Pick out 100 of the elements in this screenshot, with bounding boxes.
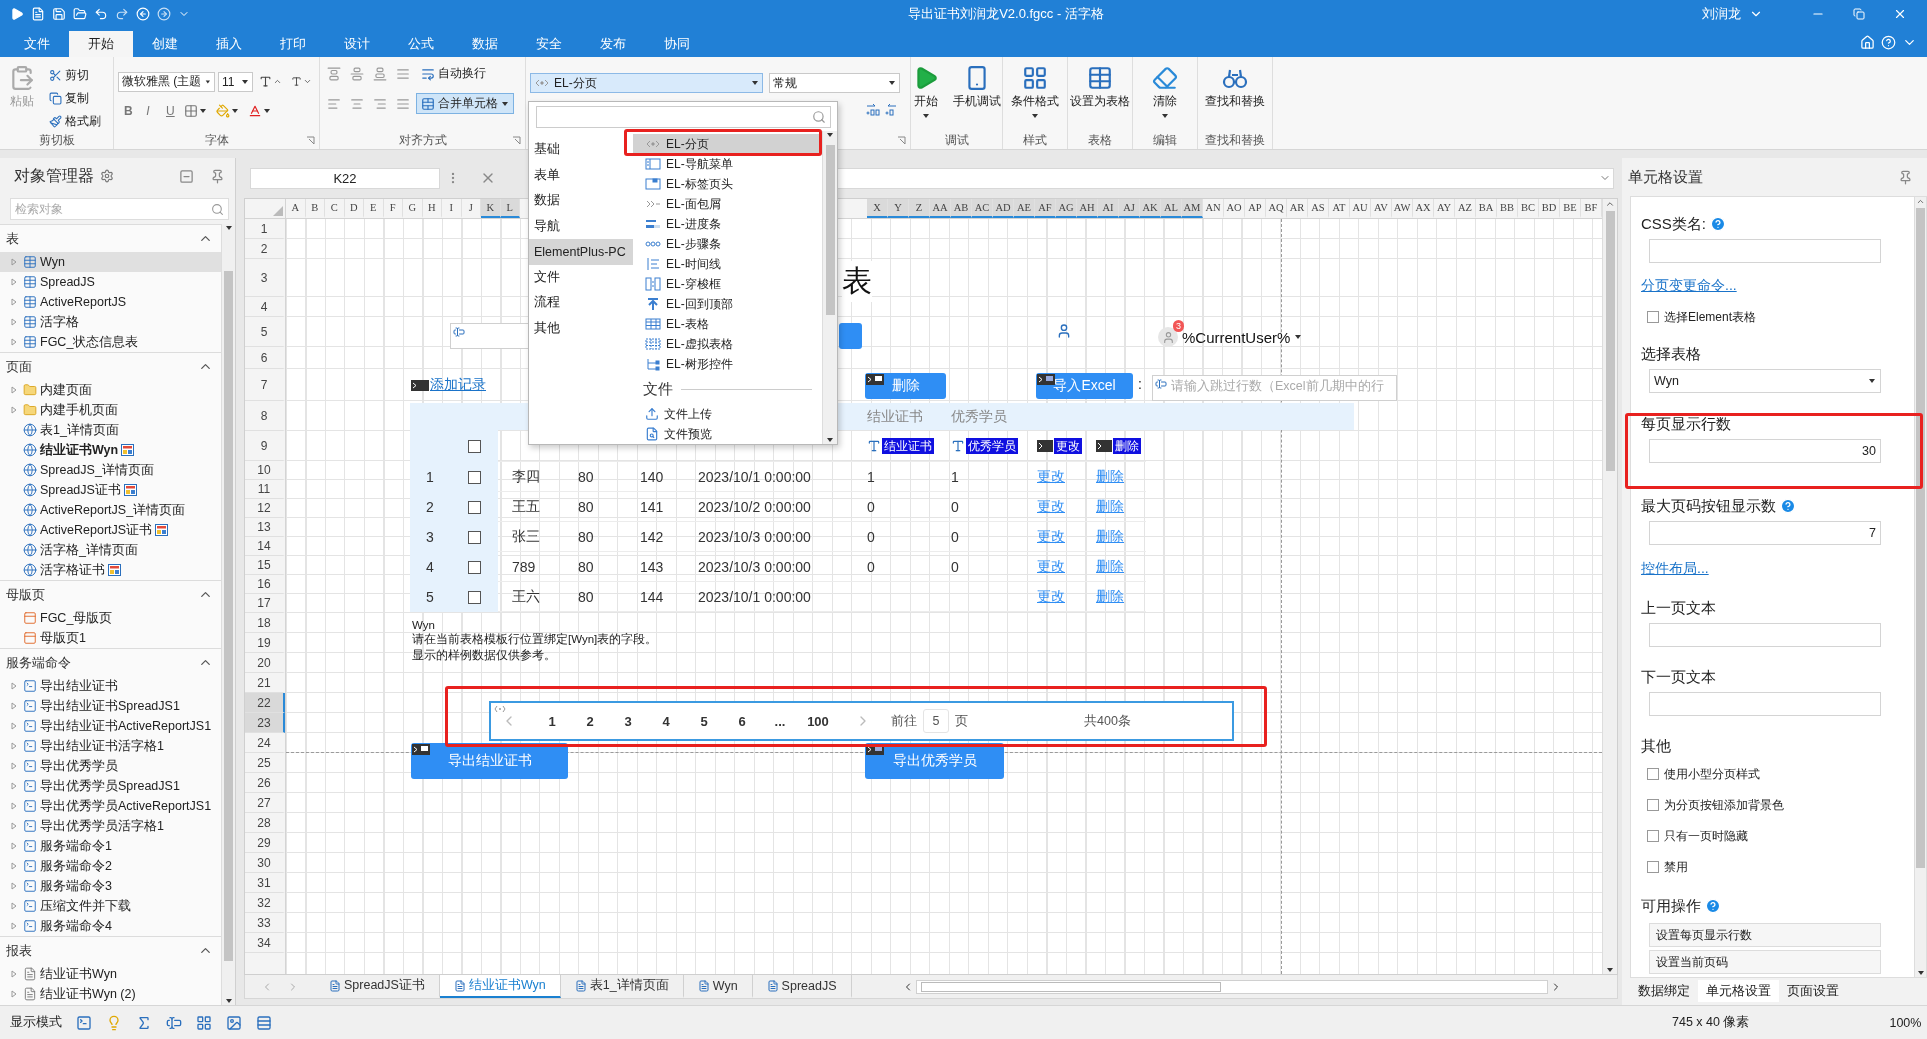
sheet-tab[interactable]: SpreadJS — [752, 975, 852, 998]
tree-item[interactable]: Wyn — [0, 252, 221, 272]
page-button[interactable]: 3 — [609, 707, 647, 735]
row-header[interactable]: 33 — [245, 913, 285, 933]
ribbon-button[interactable]: 开始 — [907, 61, 944, 131]
ribbon-tab[interactable]: 协同 — [645, 31, 709, 57]
page-button[interactable]: 6 — [723, 707, 761, 735]
scrollbar[interactable] — [822, 131, 837, 444]
table-select[interactable]: Wyn — [1649, 369, 1881, 393]
menu-item[interactable]: EL-回到顶部 — [633, 294, 822, 314]
tree-item[interactable]: ActiveReportJS — [0, 292, 221, 312]
element-table-checkbox[interactable]: 选择Element表格 — [1647, 307, 1914, 327]
menu-item[interactable]: EL-虚拟表格 — [633, 334, 822, 354]
scroll-thumb[interactable] — [1605, 211, 1615, 471]
delete-link[interactable]: 删除 — [1096, 528, 1124, 546]
expand-icon[interactable] — [10, 862, 18, 870]
row-header[interactable]: 15 — [245, 556, 285, 575]
row-header[interactable]: 19 — [245, 633, 285, 653]
select-all-icon[interactable] — [273, 206, 283, 216]
copy-button[interactable]: 复制 — [44, 88, 106, 109]
next-text-field[interactable] — [1649, 692, 1881, 716]
expand-icon[interactable] — [10, 822, 18, 830]
row-header[interactable]: 6 — [245, 347, 285, 369]
expand-icon[interactable] — [10, 782, 18, 790]
column-header[interactable]: D — [344, 199, 364, 218]
expand-icon[interactable] — [10, 922, 18, 930]
expand-icon[interactable] — [10, 406, 18, 414]
page-button[interactable]: 100 — [799, 707, 837, 735]
column-header[interactable]: AC — [972, 199, 993, 218]
wrap-text-button[interactable]: 自动换行 — [416, 63, 491, 84]
tree-item[interactable]: 结业证书Wyn (2) — [0, 984, 221, 1004]
expand-icon[interactable] — [10, 278, 18, 286]
pin-icon[interactable] — [210, 168, 225, 184]
scrollbar[interactable] — [221, 224, 235, 1005]
row-header[interactable]: 34 — [245, 933, 285, 953]
row-header[interactable]: 4 — [245, 297, 285, 317]
menu-category[interactable]: 表单 — [529, 162, 633, 188]
action-button[interactable]: 设置每页显示行数 — [1649, 923, 1881, 947]
row-header[interactable]: 18 — [245, 613, 285, 633]
scroll-down-icon[interactable] — [1916, 969, 1925, 977]
row-header[interactable]: 8 — [245, 401, 285, 431]
tree-item[interactable]: 母版页1 — [0, 628, 221, 648]
tree-item[interactable]: 服务端命令1 — [0, 836, 221, 856]
menu-category[interactable]: 数据 — [529, 188, 633, 214]
dialog-launcher-icon[interactable] — [306, 135, 315, 145]
expand-icon[interactable] — [10, 842, 18, 850]
column-header[interactable]: AB — [951, 199, 972, 218]
tree-item[interactable]: ActiveReportJS证书 — [0, 520, 221, 540]
delete-link[interactable]: 删除 — [1096, 588, 1124, 606]
checkbox[interactable] — [467, 590, 481, 604]
tree-item[interactable]: 导出结业证书ActiveReportJS1 — [0, 716, 221, 736]
column-header[interactable]: Y — [888, 199, 909, 218]
column-header[interactable]: AL — [1161, 199, 1182, 218]
merge-cells-button[interactable]: 合并单元格 — [416, 93, 514, 114]
layout-icon[interactable] — [196, 1014, 212, 1031]
tree-item[interactable]: 导出优秀学员ActiveReportJS1 — [0, 796, 221, 816]
menu-item[interactable]: EL-标签页头 — [633, 174, 822, 194]
tree-item[interactable]: 导出结业证书活字格1 — [0, 736, 221, 756]
layout-link[interactable]: 控件布局... — [1641, 560, 1709, 578]
panel-tab[interactable]: 单元格设置 — [1698, 980, 1779, 1002]
row-header[interactable]: 29 — [245, 833, 285, 853]
expand-icon[interactable] — [10, 386, 18, 394]
name-box[interactable]: K22 — [250, 167, 440, 189]
pager-command-link[interactable]: 分页变更命令... — [1641, 277, 1737, 295]
scrollbar[interactable] — [1914, 197, 1926, 977]
cut-button[interactable]: 剪切 — [44, 65, 106, 86]
scroll-up-icon[interactable] — [826, 131, 834, 139]
column-header[interactable]: AW — [1392, 199, 1413, 218]
lightbulb-icon[interactable] — [106, 1014, 122, 1031]
tree-item[interactable]: SpreadJS证书 — [0, 480, 221, 500]
row-header[interactable]: 25 — [245, 753, 285, 773]
row-header[interactable]: 28 — [245, 813, 285, 833]
rows-per-page-field[interactable]: 30 — [1649, 439, 1881, 463]
scroll-thumb[interactable] — [224, 270, 233, 961]
ribbon-tab[interactable]: 打印 — [261, 31, 325, 57]
tree-item[interactable]: 活字格_详情页面 — [0, 540, 221, 560]
expand-icon[interactable] — [10, 990, 18, 998]
column-header[interactable]: AT — [1329, 199, 1350, 218]
menu-item[interactable]: EL-分页 — [633, 134, 822, 154]
ribbon-tab[interactable]: 安全 — [517, 31, 581, 57]
css-class-field[interactable] — [1649, 239, 1881, 263]
menu-item[interactable]: EL-表格 — [633, 314, 822, 334]
menu-item[interactable]: EL-树形控件 — [633, 354, 822, 374]
column-header[interactable]: AF — [1035, 199, 1056, 218]
row-header[interactable]: 13 — [245, 518, 285, 537]
column-header[interactable]: BA — [1476, 199, 1497, 218]
tree-item[interactable]: 导出结业证书 — [0, 676, 221, 696]
checkbox[interactable] — [467, 500, 481, 514]
panel-tab[interactable]: 页面设置 — [1779, 980, 1847, 1002]
run-icon[interactable] — [10, 6, 24, 21]
menu-search-field[interactable] — [536, 106, 831, 128]
column-header[interactable]: AV — [1371, 199, 1392, 218]
tree-item[interactable]: 服务端命令2 — [0, 856, 221, 876]
column-header[interactable]: AD — [993, 199, 1014, 218]
scroll-thumb[interactable] — [825, 145, 835, 315]
tree-item[interactable]: FGC_状态信息表 — [0, 332, 221, 352]
sheet-tab[interactable]: Wyn — [683, 975, 753, 998]
menu-category[interactable]: 其他 — [529, 315, 633, 341]
dialog-launcher-icon[interactable] — [512, 135, 521, 145]
text-field[interactable] — [450, 323, 529, 349]
